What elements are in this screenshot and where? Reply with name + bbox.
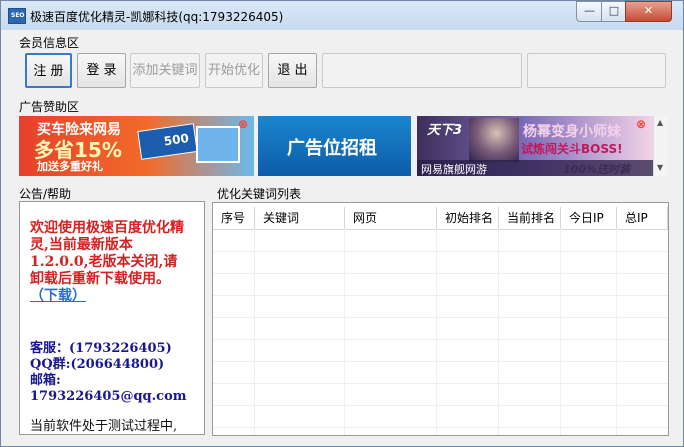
- grid-divider: [213, 295, 668, 296]
- exit-button[interactable]: 退 出: [268, 53, 317, 88]
- notice-panel: 欢迎使用极速百度优化精灵,当前最新版本1.2.0.0,老版本关闭,请卸载后重新下…: [19, 201, 205, 435]
- app-icon: SEO: [8, 8, 26, 24]
- ad1-card: 500: [137, 123, 198, 160]
- member-group-label: 会员信息区: [19, 36, 80, 50]
- ad3-headline: 杨幂变身小师妹: [523, 124, 621, 140]
- member-info-box: [322, 53, 522, 88]
- scroll-down-icon[interactable]: ▼: [657, 163, 663, 172]
- notice-text: 欢迎使用极速百度优化精灵,当前最新版本1.2.0.0,老版本关闭,请卸载后重新下…: [30, 220, 184, 287]
- scroll-up-icon[interactable]: ▲: [657, 118, 663, 127]
- ad2-text: 广告位招租: [287, 138, 377, 159]
- grid-divider: [213, 251, 668, 252]
- ad3-publisher: 网易旗舰网游: [421, 163, 487, 176]
- ad3-subline: 试炼闯关斗BOSS!: [521, 142, 623, 156]
- maximize-button[interactable]: □: [601, 1, 627, 22]
- ad3-offer: 100%送时装: [563, 163, 630, 176]
- ads-scrollbar[interactable]: ▲ ▼: [653, 116, 668, 176]
- start-optimize-button[interactable]: 开始优化: [205, 53, 263, 88]
- title-bar: SEO 极速百度优化精灵-凯娜科技(qq:1793226405) — □ ✕: [1, 1, 683, 30]
- ad-banner-game[interactable]: 天下3 杨幂变身小师妹 试炼闯关斗BOSS! 网易旗舰网游 100%送时装 ⊗: [417, 116, 653, 176]
- login-button[interactable]: 登 录: [77, 53, 126, 88]
- email-label: 邮箱:: [30, 373, 61, 388]
- service-qq: 客服：(1793226405): [30, 341, 172, 356]
- notice-scrollbar[interactable]: ▲: [204, 202, 205, 434]
- minimize-button[interactable]: —: [576, 1, 603, 22]
- grid-divider: [213, 317, 668, 318]
- col-today-ip[interactable]: 今日IP: [561, 207, 617, 229]
- ad1-close-icon[interactable]: ⊗: [238, 117, 248, 131]
- contact-info: 客服：(1793226405) QQ群:(206644800) 邮箱: 1793…: [30, 341, 196, 434]
- download-link[interactable]: （下载）: [30, 288, 86, 304]
- notice-message: 欢迎使用极速百度优化精灵,当前最新版本1.2.0.0,老版本关闭,请卸载后重新下…: [30, 220, 188, 305]
- notice-footer: 当前软件处于测试过程中,: [30, 419, 178, 434]
- ad-banner-vacancy[interactable]: 广告位招租: [258, 116, 411, 176]
- grid-divider: [213, 405, 668, 406]
- ad3-character: [469, 118, 519, 162]
- member-status-box: [527, 53, 666, 88]
- ad3-close-icon[interactable]: ⊗: [636, 117, 646, 131]
- grid-divider: [213, 339, 668, 340]
- col-keyword[interactable]: 关键词: [255, 207, 345, 229]
- col-initial-rank[interactable]: 初始排名: [437, 207, 499, 229]
- qq-group: QQ群:(206644800): [30, 357, 165, 372]
- ad1-badge: 500: [162, 131, 190, 149]
- app-icon-label: SEO: [11, 12, 25, 19]
- col-total-ip[interactable]: 总IP: [617, 207, 668, 229]
- grid-divider: [213, 383, 668, 384]
- col-webpage[interactable]: 网页: [345, 207, 437, 229]
- ad1-gift: 加送多重好礼: [37, 160, 103, 173]
- window-title: 极速百度优化精灵-凯娜科技(qq:1793226405): [30, 10, 284, 24]
- ad3-logo: 天下3: [427, 123, 463, 138]
- close-button[interactable]: ✕: [625, 1, 672, 22]
- grid-divider: [213, 361, 668, 362]
- add-keyword-button[interactable]: 添加关键词: [130, 53, 200, 88]
- col-current-rank[interactable]: 当前排名: [499, 207, 561, 229]
- notice-group-label: 公告/帮助: [19, 187, 72, 201]
- table-header: 序号 关键词 网页 初始排名 当前排名 今日IP 总IP: [213, 207, 668, 230]
- grid-divider: [213, 427, 668, 428]
- ad-banner-insurance[interactable]: 买车险来网易 多省15% 加送多重好礼 500 ⊗: [19, 116, 254, 176]
- email-address: 1793226405@qq.com: [30, 389, 187, 404]
- download-link-text[interactable]: （下载）: [30, 288, 86, 304]
- ads-group-label: 广告赞助区: [19, 100, 80, 114]
- table-group-label: 优化关键词列表: [217, 187, 302, 201]
- keyword-table[interactable]: 序号 关键词 网页 初始排名 当前排名 今日IP 总IP: [212, 202, 669, 436]
- grid-divider: [213, 273, 668, 274]
- register-button[interactable]: 注 册: [25, 53, 72, 88]
- app-window: SEO 极速百度优化精灵-凯娜科技(qq:1793226405) — □ ✕ 会…: [0, 0, 684, 447]
- ad1-photo: [196, 126, 240, 163]
- col-index[interactable]: 序号: [213, 207, 255, 229]
